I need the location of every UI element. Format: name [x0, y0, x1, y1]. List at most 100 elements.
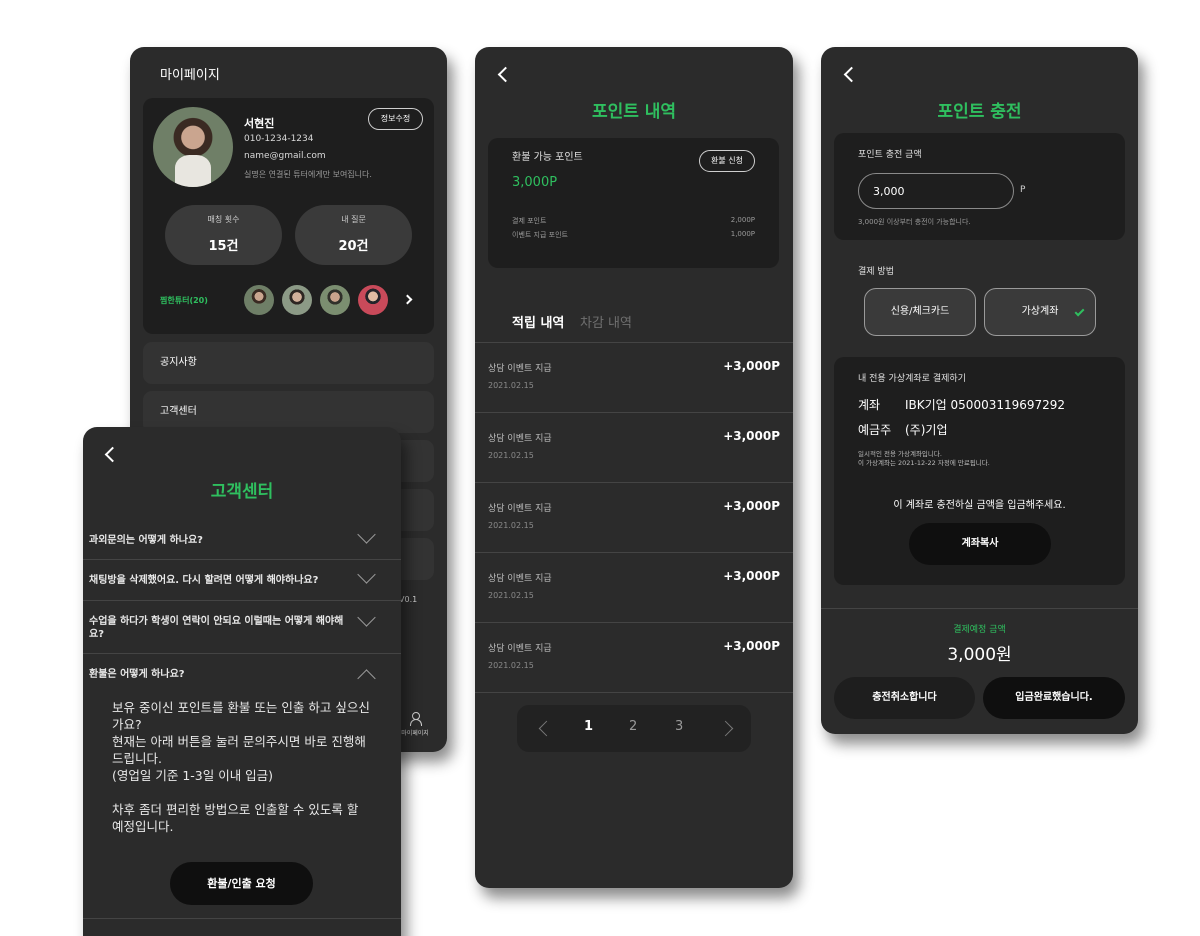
customer-center-screen: 고객센터 과외문의는 어떻게 하나요? 채팅방을 삭제했어요. 다시 할려면 어…: [83, 427, 401, 936]
breakdown-label: 이벤트 지급 포인트: [512, 231, 568, 239]
history-title: 상담 이벤트 지급: [488, 434, 552, 444]
refund-apply-button[interactable]: 환불 신청: [699, 150, 755, 172]
stat-matching-count[interactable]: 매칭 횟수 15건: [165, 205, 282, 265]
chevron-left-icon[interactable]: [538, 720, 555, 737]
stat-value: 15건: [208, 239, 239, 254]
account-value: IBK기업 050003119697292: [905, 398, 1066, 412]
profile-note: 실명은 연결된 튜터에게만 보여집니다.: [244, 170, 372, 179]
tab-earned[interactable]: 적립 내역: [512, 312, 564, 331]
tab-deducted[interactable]: 차감 내역: [580, 312, 632, 331]
favorite-tutor-avatar[interactable]: [358, 285, 388, 315]
refundable-points-card: 환불 가능 포인트 3,000P 환불 신청 결제 포인트 2,000P 이벤트…: [488, 138, 779, 268]
person-icon: [409, 712, 422, 726]
avatar: [153, 107, 233, 187]
method-virtual-account-button[interactable]: 가상계좌: [984, 288, 1096, 336]
faq-item[interactable]: 수업을 하다가 학생이 연락이 안되요 이럴때는 어떻게 해야해요?: [83, 601, 401, 654]
chevron-right-icon[interactable]: [717, 720, 734, 737]
chevron-down-icon[interactable]: [357, 608, 376, 627]
pagination: 1 2 3: [517, 705, 751, 752]
favorite-tutors-label[interactable]: 찜한튜터(20): [160, 295, 208, 306]
stat-label: 내 질문: [341, 215, 366, 224]
history-amount: +3,000P: [723, 639, 780, 653]
history-row: 상담 이벤트 지급 2021.02.15 +3,000P: [475, 342, 793, 412]
menu-item-notice[interactable]: 공지사항: [143, 342, 434, 384]
account-label: 계좌: [858, 398, 881, 412]
stat-my-questions[interactable]: 내 질문 20건: [295, 205, 412, 265]
amount-label: 포인트 충전 금액: [858, 150, 922, 160]
check-icon: [1074, 306, 1085, 317]
favorite-tutor-avatar[interactable]: [244, 285, 274, 315]
point-history-screen: 포인트 내역 환불 가능 포인트 3,000P 환불 신청 결제 포인트 2,0…: [475, 47, 793, 888]
faq-question: 과외문의는 어떻게 하나요?: [89, 535, 203, 546]
amount-unit: P: [1020, 185, 1026, 195]
copy-account-button[interactable]: 계좌복사: [909, 523, 1051, 565]
history-amount: +3,000P: [723, 429, 780, 443]
faq-question: 수업을 하다가 학생이 연락이 안되요 이럴때는 어떻게 해야해요?: [89, 616, 344, 640]
back-arrow-icon[interactable]: [104, 446, 121, 463]
due-label: 결제예정 금액: [953, 625, 1006, 635]
favorite-tutor-avatar[interactable]: [282, 285, 312, 315]
deposit-prompt: 이 계좌로 충전하실 금액을 입금해주세요.: [893, 500, 1066, 511]
divider: [475, 692, 793, 693]
chevron-up-icon[interactable]: [357, 669, 376, 688]
cancel-charge-button[interactable]: 충전취소합니다: [834, 677, 975, 719]
chevron-down-icon[interactable]: [357, 525, 376, 544]
profile-name: 서현진: [244, 117, 275, 130]
back-arrow-icon[interactable]: [843, 66, 860, 83]
amount-input[interactable]: [858, 173, 1014, 209]
back-arrow-icon[interactable]: [497, 66, 514, 83]
faq-question: 환불은 어떻게 하나요?: [89, 669, 185, 680]
history-amount: +3,000P: [723, 499, 780, 513]
refund-request-button[interactable]: 환불/인출 요청: [170, 862, 313, 905]
history-title: 상담 이벤트 지급: [488, 644, 552, 654]
deposit-done-button[interactable]: 입금완료했습니다.: [983, 677, 1125, 719]
history-title: 상담 이벤트 지급: [488, 574, 552, 584]
answer-line: 현재는 아래 버튼을 눌러 문의주시면 바로 진행해드립니다.: [112, 734, 366, 766]
edit-profile-button[interactable]: 정보수정: [368, 108, 423, 130]
faq-item[interactable]: 채팅방을 삭제했어요. 다시 할려면 어떻게 해야하나요?: [83, 560, 401, 601]
stat-value: 20건: [338, 239, 369, 254]
history-row: 상담 이벤트 지급 2021.02.15 +3,000P: [475, 412, 793, 482]
breakdown-value: 1,000P: [730, 230, 755, 238]
method-label: 가상계좌: [1021, 306, 1059, 317]
va-note: 이 가상계좌는 2021-12-22 자정에 만료됩니다.: [858, 459, 990, 467]
answer-line: (영업일 기준 1-3일 이내 입금): [112, 768, 274, 783]
page-title: 마이페이지: [160, 68, 220, 83]
breakdown-value: 2,000P: [730, 216, 755, 224]
history-title: 상담 이벤트 지급: [488, 364, 552, 374]
divider: [821, 608, 1138, 609]
nav-label: 마이페이지: [401, 730, 429, 737]
point-charge-screen: 포인트 충전 포인트 충전 금액 P 3,000원 이상부터 충전이 가능합니다…: [821, 47, 1138, 734]
breakdown-label: 결제 포인트: [512, 217, 547, 225]
faq-item[interactable]: 과외문의는 어떻게 하나요?: [83, 520, 401, 560]
page-3[interactable]: 3: [675, 719, 683, 734]
history-row: 상담 이벤트 지급 2021.02.15 +3,000P: [475, 552, 793, 622]
nav-mypage[interactable]: 마이페이지: [395, 712, 435, 737]
va-title: 내 전용 가상계좌로 결제하기: [858, 374, 966, 384]
method-card-button[interactable]: 신용/체크카드: [864, 288, 976, 336]
answer-line: 보유 중이신 포인트를 환불 또는 인출 하고 싶으신가요?: [112, 700, 370, 732]
profile-card: 서현진 010-1234-1234 name@gmail.com 실명은 연결된…: [143, 98, 434, 334]
history-amount: +3,000P: [723, 359, 780, 373]
virtual-account-card: 내 전용 가상계좌로 결제하기 계좌 IBK기업 050003119697292…: [834, 357, 1125, 585]
history-title: 상담 이벤트 지급: [488, 504, 552, 514]
chevron-down-icon[interactable]: [357, 565, 376, 584]
page-2[interactable]: 2: [629, 719, 637, 734]
page-1[interactable]: 1: [584, 719, 593, 734]
page-title: 포인트 충전: [937, 102, 1022, 122]
holder-value: (주)기업: [905, 423, 948, 437]
refundable-value: 3,000P: [512, 175, 558, 190]
app-version: V0.1: [399, 595, 418, 604]
history-date: 2021.02.15: [488, 521, 534, 530]
amount-hint: 3,000원 이상부터 충전이 가능합니다.: [858, 218, 971, 226]
profile-phone: 010-1234-1234: [244, 134, 314, 144]
history-date: 2021.02.15: [488, 381, 534, 390]
payment-method-label: 결제 방법: [858, 267, 894, 277]
favorite-tutor-avatar[interactable]: [320, 285, 350, 315]
chevron-right-icon[interactable]: [402, 294, 413, 305]
page-title: 포인트 내역: [591, 102, 677, 122]
history-date: 2021.02.15: [488, 451, 534, 460]
history-date: 2021.02.15: [488, 591, 534, 600]
profile-email: name@gmail.com: [244, 151, 326, 161]
page-title: 고객센터: [210, 482, 274, 502]
